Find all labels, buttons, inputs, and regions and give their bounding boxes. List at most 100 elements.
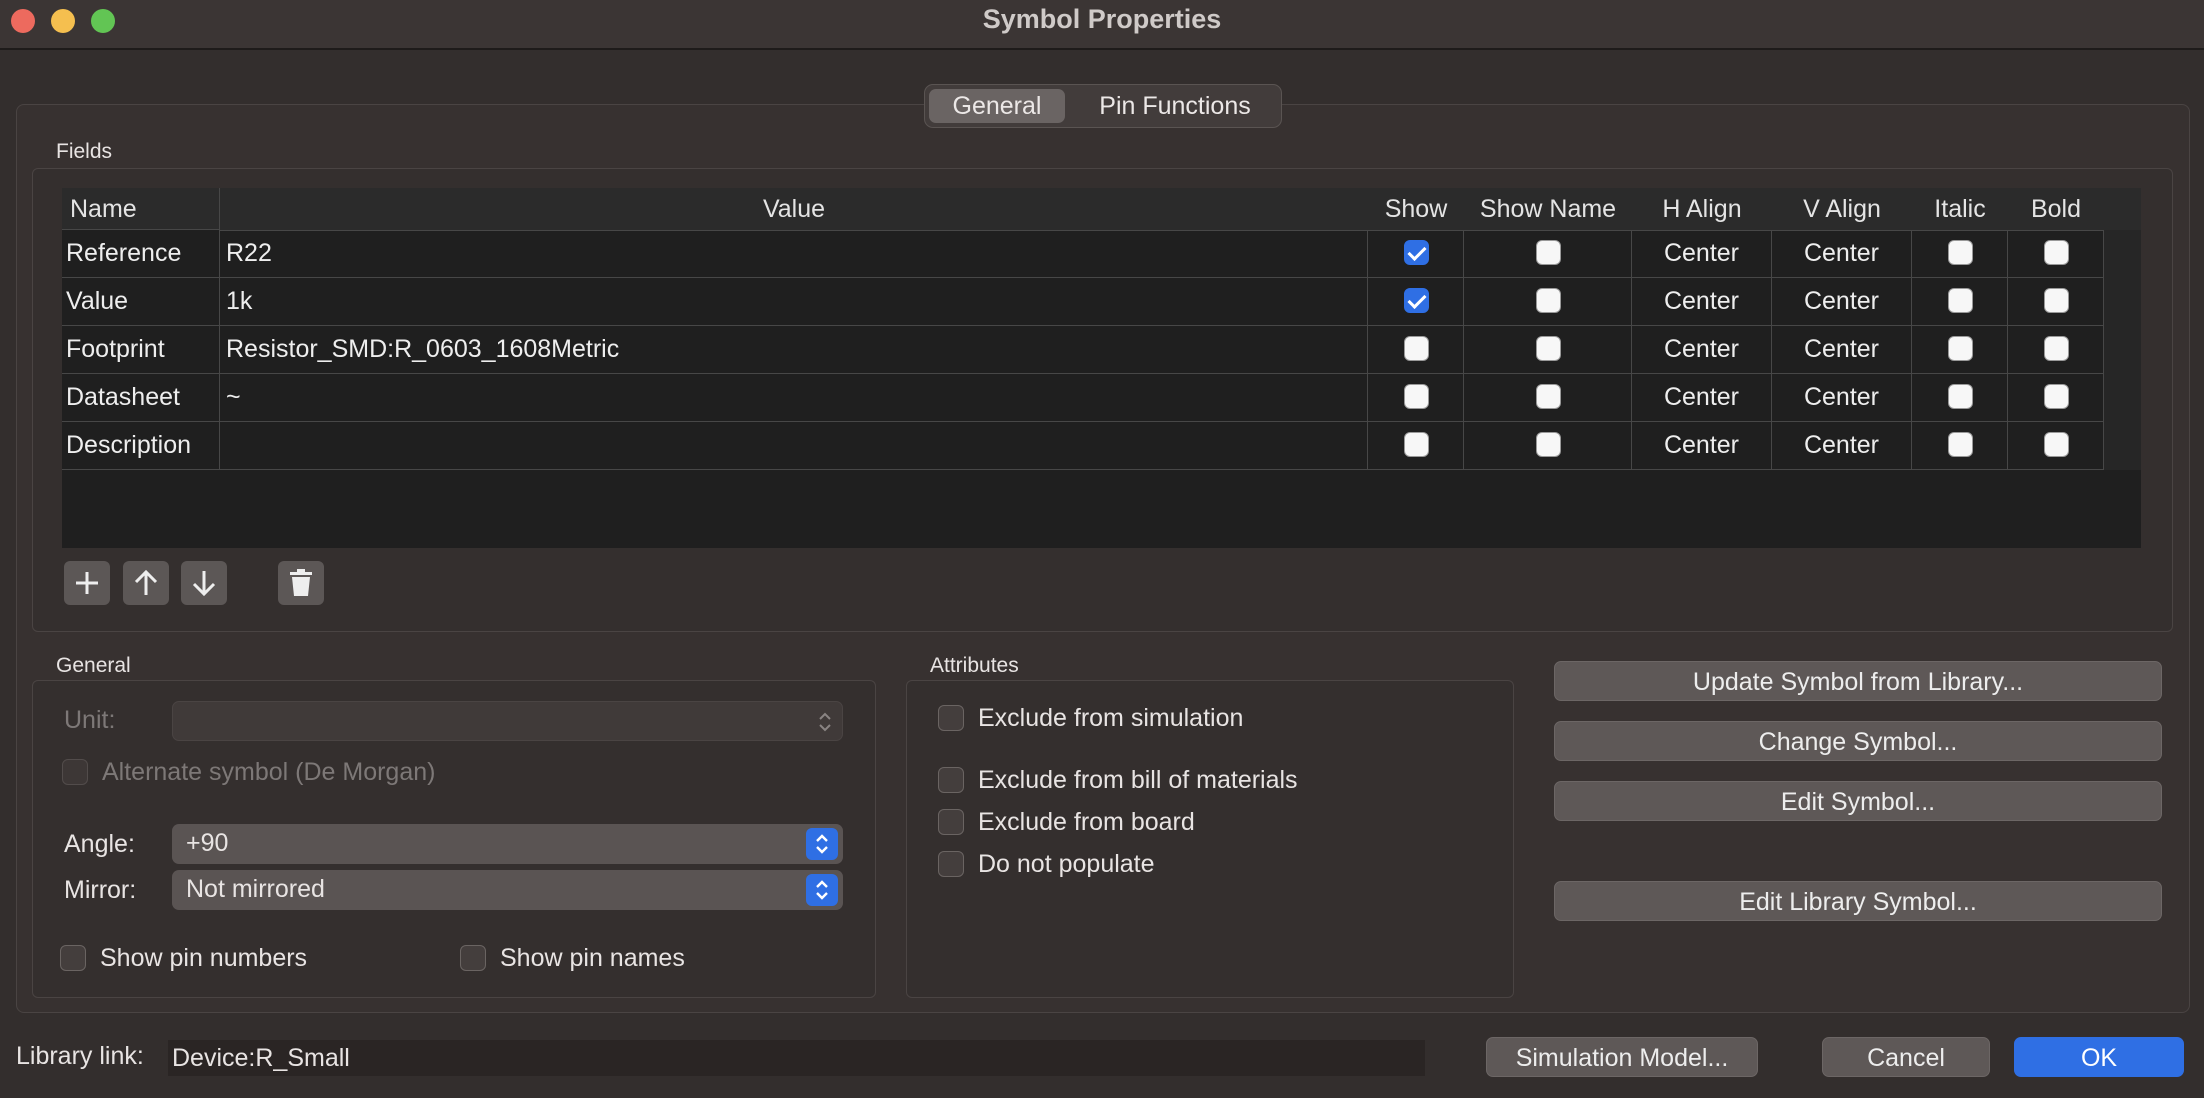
delete-field-button[interactable]	[278, 561, 324, 605]
edit-symbol-button[interactable]: Edit Symbol...	[1554, 781, 2162, 821]
field-show-checkbox[interactable]	[1404, 384, 1429, 409]
field-cell-italic[interactable]	[1912, 326, 2008, 374]
field-cell-h-align[interactable]: Center	[1632, 278, 1772, 326]
field-cell-v-align[interactable]: Center	[1772, 230, 1912, 278]
field-cell-show[interactable]	[1368, 326, 1464, 374]
change-symbol-button[interactable]: Change Symbol...	[1554, 721, 2162, 761]
move-field-down-button[interactable]	[181, 561, 227, 605]
field-h-align-text: Center	[1663, 239, 1740, 267]
angle-stepper[interactable]	[806, 828, 838, 860]
exclude-bom-checkbox[interactable]	[938, 767, 964, 793]
field-cell-bold[interactable]	[2008, 374, 2104, 422]
column-header-italic[interactable]: Italic	[1912, 188, 2009, 231]
field-show-name-checkbox[interactable]	[1536, 240, 1561, 265]
field-cell-name[interactable]: Reference	[62, 230, 220, 278]
field-show-name-checkbox[interactable]	[1536, 336, 1561, 361]
field-cell-h-align[interactable]: Center	[1632, 422, 1772, 470]
field-cell-italic[interactable]	[1912, 374, 2008, 422]
field-cell-v-align[interactable]: Center	[1772, 374, 1912, 422]
field-italic-checkbox[interactable]	[1948, 384, 1973, 409]
field-cell-show[interactable]	[1368, 278, 1464, 326]
update-symbol-from-library-button[interactable]: Update Symbol from Library...	[1554, 661, 2162, 701]
field-cell-show-name[interactable]	[1464, 326, 1632, 374]
field-cell-name[interactable]: Datasheet	[62, 374, 220, 422]
show-pin-numbers-checkbox[interactable]	[60, 945, 86, 971]
field-cell-show[interactable]	[1368, 422, 1464, 470]
column-header-name[interactable]: Name	[62, 188, 220, 230]
grid-right-gutter	[2104, 230, 2141, 470]
field-show-checkbox[interactable]	[1404, 240, 1429, 265]
field-italic-checkbox[interactable]	[1948, 240, 1973, 265]
field-cell-italic[interactable]	[1912, 278, 2008, 326]
tab-pin-functions[interactable]: Pin Functions	[1075, 89, 1275, 123]
field-cell-show-name[interactable]	[1464, 374, 1632, 422]
field-cell-show[interactable]	[1368, 230, 1464, 278]
edit-library-symbol-button[interactable]: Edit Library Symbol...	[1554, 881, 2162, 921]
do-not-populate-checkbox[interactable]	[938, 851, 964, 877]
field-cell-bold[interactable]	[2008, 422, 2104, 470]
mirror-value: Not mirrored	[186, 875, 325, 903]
field-show-checkbox[interactable]	[1404, 336, 1429, 361]
field-cell-show[interactable]	[1368, 374, 1464, 422]
column-header-show[interactable]: Show	[1368, 188, 1465, 231]
field-cell-bold[interactable]	[2008, 326, 2104, 374]
column-header-bold[interactable]: Bold	[2008, 188, 2105, 231]
field-show-checkbox[interactable]	[1404, 288, 1429, 313]
angle-select[interactable]: +90	[172, 824, 843, 864]
field-show-checkbox[interactable]	[1404, 432, 1429, 457]
column-header-h-align[interactable]: H Align	[1632, 188, 1773, 231]
field-cell-name[interactable]: Value	[62, 278, 220, 326]
mirror-stepper[interactable]	[806, 874, 838, 906]
field-cell-value[interactable]: R22	[220, 230, 1368, 278]
field-cell-v-align[interactable]: Center	[1772, 278, 1912, 326]
field-name-text: Datasheet	[66, 383, 180, 411]
tab-general[interactable]: General	[929, 89, 1065, 123]
field-italic-checkbox[interactable]	[1948, 432, 1973, 457]
field-cell-name[interactable]: Footprint	[62, 326, 220, 374]
field-show-name-checkbox[interactable]	[1536, 384, 1561, 409]
exclude-simulation-checkbox[interactable]	[938, 705, 964, 731]
show-pin-names-checkbox[interactable]	[460, 945, 486, 971]
field-cell-value[interactable]	[220, 422, 1368, 470]
field-cell-value[interactable]: ~	[220, 374, 1368, 422]
field-cell-italic[interactable]	[1912, 422, 2008, 470]
mirror-select[interactable]: Not mirrored	[172, 870, 843, 910]
field-cell-bold[interactable]	[2008, 278, 2104, 326]
exclude-board-checkbox[interactable]	[938, 809, 964, 835]
ok-button[interactable]: OK	[2014, 1037, 2184, 1077]
field-cell-v-align[interactable]: Center	[1772, 326, 1912, 374]
field-show-name-checkbox[interactable]	[1536, 432, 1561, 457]
field-cell-value[interactable]: 1k	[220, 278, 1368, 326]
fields-grid: Name Value Show Show Name H Align V Alig…	[62, 188, 2141, 548]
field-cell-h-align[interactable]: Center	[1632, 326, 1772, 374]
field-italic-checkbox[interactable]	[1948, 288, 1973, 313]
tab-bar: General Pin Functions	[924, 84, 1282, 128]
field-bold-checkbox[interactable]	[2044, 432, 2069, 457]
field-cell-show-name[interactable]	[1464, 278, 1632, 326]
field-cell-bold[interactable]	[2008, 230, 2104, 278]
add-field-button[interactable]	[64, 561, 110, 605]
simulation-model-button[interactable]: Simulation Model...	[1486, 1037, 1758, 1077]
column-header-v-align[interactable]: V Align	[1772, 188, 1913, 231]
move-field-up-button[interactable]	[123, 561, 169, 605]
field-cell-v-align[interactable]: Center	[1772, 422, 1912, 470]
field-bold-checkbox[interactable]	[2044, 240, 2069, 265]
field-cell-show-name[interactable]	[1464, 422, 1632, 470]
column-header-show-name[interactable]: Show Name	[1464, 188, 1633, 231]
field-cell-italic[interactable]	[1912, 230, 2008, 278]
field-show-name-checkbox[interactable]	[1536, 288, 1561, 313]
general-group-label: General	[56, 654, 131, 677]
field-bold-checkbox[interactable]	[2044, 384, 2069, 409]
column-header-value[interactable]: Value	[220, 188, 1369, 231]
library-link-field[interactable]: Device:R_Small	[168, 1040, 1425, 1076]
field-cell-h-align[interactable]: Center	[1632, 230, 1772, 278]
field-cell-value[interactable]: Resistor_SMD:R_0603_1608Metric	[220, 326, 1368, 374]
field-bold-checkbox[interactable]	[2044, 336, 2069, 361]
field-bold-checkbox[interactable]	[2044, 288, 2069, 313]
field-italic-checkbox[interactable]	[1948, 336, 1973, 361]
cancel-button[interactable]: Cancel	[1822, 1037, 1990, 1077]
move-up-icon	[134, 569, 158, 595]
field-cell-name[interactable]: Description	[62, 422, 220, 470]
field-cell-show-name[interactable]	[1464, 230, 1632, 278]
field-cell-h-align[interactable]: Center	[1632, 374, 1772, 422]
